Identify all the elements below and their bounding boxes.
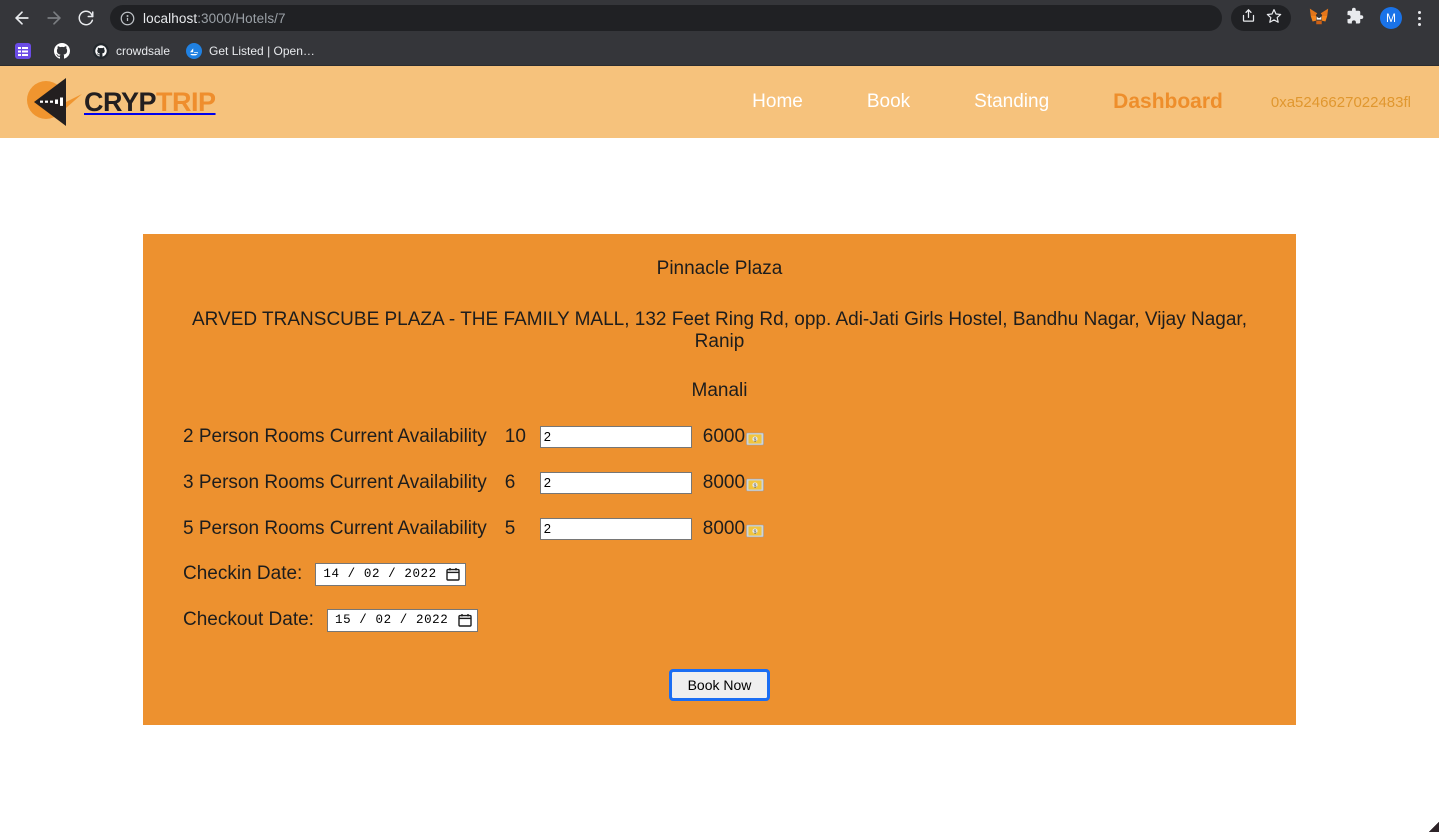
address-bar[interactable]: localhost:3000/Hotels/7 xyxy=(110,5,1222,31)
money-banknote-icon: $ xyxy=(746,522,764,537)
room-row: 5 Person Rooms Current Availability 5 80… xyxy=(163,517,1276,540)
browser-chrome: localhost:3000/Hotels/7 M crowdsale Get … xyxy=(0,0,1439,66)
svg-text:$: $ xyxy=(754,437,757,443)
checkin-date-label: Checkin Date: xyxy=(183,563,303,585)
puzzle-piece-icon xyxy=(1346,7,1364,30)
url-text: localhost:3000/Hotels/7 xyxy=(143,11,286,26)
browser-menu-button[interactable] xyxy=(1409,10,1429,26)
extensions-button[interactable] xyxy=(1343,6,1367,30)
room-price-value: 8000 xyxy=(702,517,746,539)
logo-text-secondary: TRIP xyxy=(156,86,216,117)
room-price: 8000 $ xyxy=(703,472,764,494)
hotel-booking-card: Pinnacle Plaza ARVED TRANSCUBE PLAZA - T… xyxy=(143,234,1296,725)
logo-text-primary: CRYP xyxy=(84,86,157,117)
toolbar-right-actions: M xyxy=(1231,5,1431,31)
site-info-icon[interactable] xyxy=(120,11,135,26)
reload-icon xyxy=(77,9,95,27)
room-quantity-input[interactable] xyxy=(539,517,692,540)
room-label: 2 Person Rooms Current Availability xyxy=(183,425,487,447)
site-navbar: CRYPTRIP Home Book Standing Dashboard 0x… xyxy=(0,66,1439,138)
share-button[interactable] xyxy=(1235,5,1261,31)
svg-text:$: $ xyxy=(754,529,757,535)
money-banknote-icon: $ xyxy=(746,430,764,445)
checkout-date-value: 15 / 02 / 2022 xyxy=(334,613,449,628)
room-price: 8000 $ xyxy=(703,518,764,540)
checkin-date-row: Checkin Date: 14 / 02 / 2022 xyxy=(163,562,1276,586)
room-row: 2 Person Rooms Current Availability 10 6… xyxy=(163,425,1276,448)
metamask-button[interactable] xyxy=(1307,6,1331,30)
room-availability: 10 xyxy=(504,425,526,447)
nav-link-dashboard[interactable]: Dashboard xyxy=(1105,90,1231,114)
bookmark-get-listed[interactable]: Get Listed | Open… xyxy=(179,40,322,62)
reading-list-icon xyxy=(15,42,31,59)
bookmarks-bar: crowdsale Get Listed | Open… xyxy=(0,36,1439,66)
checkin-date-input[interactable]: 14 / 02 / 2022 xyxy=(315,562,467,586)
checkout-date-input[interactable]: 15 / 02 / 2022 xyxy=(326,608,478,632)
url-path: :3000/Hotels/7 xyxy=(197,10,286,26)
svg-text:$: $ xyxy=(754,483,757,489)
calendar-icon[interactable] xyxy=(446,567,461,581)
hotel-city: Manali xyxy=(691,379,748,401)
url-host: localhost xyxy=(143,10,198,26)
window-resize-corner[interactable] xyxy=(1429,822,1439,832)
github-icon xyxy=(54,42,70,59)
checkin-date-value: 14 / 02 / 2022 xyxy=(323,567,437,582)
back-arrow-icon xyxy=(12,8,32,28)
book-now-button[interactable]: Book Now xyxy=(668,668,771,701)
room-availability: 6 xyxy=(504,471,516,493)
kebab-menu-icon xyxy=(1417,10,1421,14)
hotel-name: Pinnacle Plaza xyxy=(656,258,783,279)
book-button-row: Book Now xyxy=(163,668,1276,701)
room-price-value: 8000 xyxy=(702,471,746,493)
room-row: 3 Person Rooms Current Availability 6 80… xyxy=(163,471,1276,494)
bookmark-button[interactable] xyxy=(1261,5,1287,31)
github-dark-icon xyxy=(93,42,109,59)
back-button[interactable] xyxy=(8,4,36,32)
room-price-value: 6000 xyxy=(702,425,746,447)
star-icon xyxy=(1266,8,1282,29)
browser-toolbar: localhost:3000/Hotels/7 M xyxy=(0,0,1439,36)
bookmark-label: Get Listed | Open… xyxy=(209,43,315,58)
room-quantity-input[interactable] xyxy=(539,425,692,448)
room-label: 5 Person Rooms Current Availability xyxy=(183,517,487,539)
omnibox-actions xyxy=(1231,5,1291,31)
room-quantity-input[interactable] xyxy=(539,471,692,494)
bookmark-crowdsale[interactable]: crowdsale xyxy=(86,40,177,62)
bookmark-label: crowdsale xyxy=(116,43,171,58)
forward-button[interactable] xyxy=(40,4,68,32)
checkout-date-label: Checkout Date: xyxy=(183,609,314,631)
profile-avatar[interactable]: M xyxy=(1380,7,1402,29)
logo-text: CRYPTRIP xyxy=(84,87,216,118)
nav-link-standing[interactable]: Standing xyxy=(966,91,1057,113)
room-label: 3 Person Rooms Current Availability xyxy=(183,471,487,493)
nav-link-home[interactable]: Home xyxy=(744,91,811,113)
bookmark-reading-list[interactable] xyxy=(8,40,45,62)
calendar-icon[interactable] xyxy=(458,613,472,627)
money-banknote-icon: $ xyxy=(746,476,764,491)
wallet-address[interactable]: 0xa5246627022483fl xyxy=(1271,94,1411,111)
share-icon xyxy=(1241,8,1256,28)
forward-arrow-icon xyxy=(44,8,64,28)
bookmark-github[interactable] xyxy=(47,40,84,62)
hotel-address: ARVED TRANSCUBE PLAZA - THE FAMILY MALL,… xyxy=(192,309,1247,352)
site-logo[interactable]: CRYPTRIP xyxy=(20,76,216,128)
reload-button[interactable] xyxy=(72,4,100,32)
page-viewport: CRYPTRIP Home Book Standing Dashboard 0x… xyxy=(0,66,1439,832)
opensea-icon xyxy=(186,42,203,59)
metamask-fox-icon xyxy=(1308,5,1330,32)
room-availability: 5 xyxy=(504,517,516,539)
paper-plane-logo-icon xyxy=(20,76,90,128)
nav-links: Home Book Standing Dashboard 0xa52466270… xyxy=(720,90,1411,114)
checkout-date-row: Checkout Date: 15 / 02 / 2022 xyxy=(163,608,1276,632)
room-price: 6000 $ xyxy=(703,426,764,448)
nav-link-book[interactable]: Book xyxy=(859,91,918,113)
